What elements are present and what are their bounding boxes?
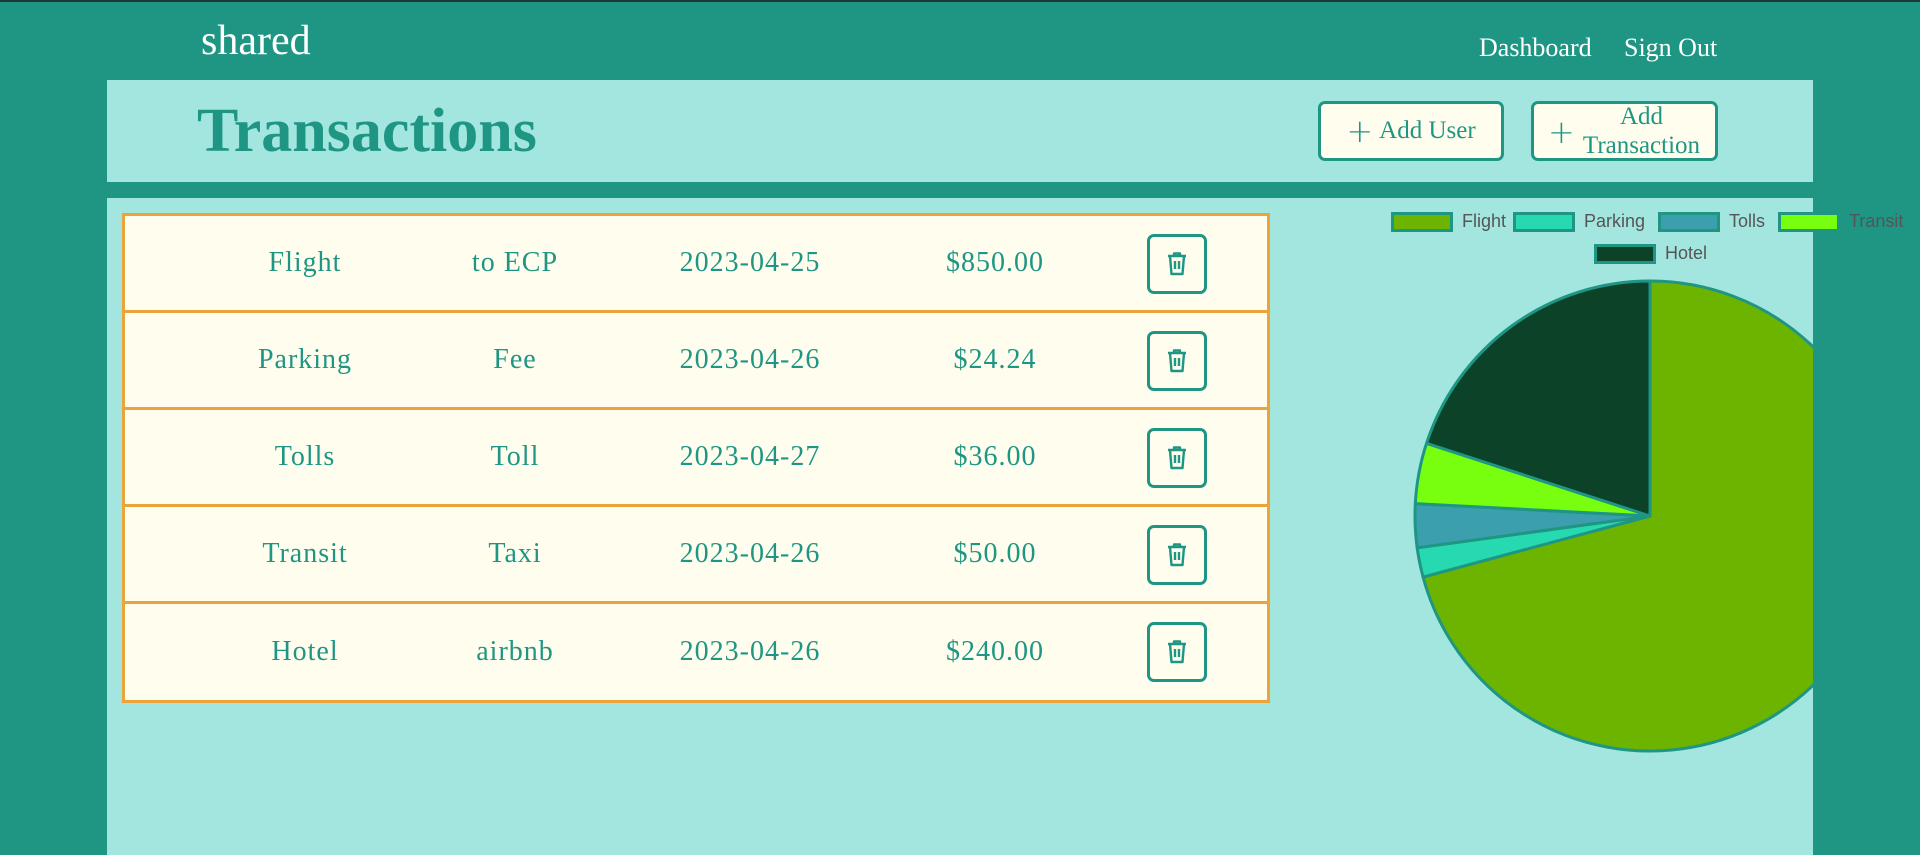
top-navbar: shared Dashboard Sign Out	[0, 2, 1920, 78]
delete-transaction-button[interactable]	[1147, 428, 1207, 488]
transaction-category: Parking	[257, 344, 353, 375]
category-pie-chart: Flight Parking Tolls Transit Hotel	[1265, 198, 1903, 855]
transaction-date: 2023-04-26	[679, 344, 821, 375]
transaction-amount: $36.00	[953, 441, 1037, 472]
table-row: Parking Fee 2023-04-26 $24.24	[125, 313, 1267, 410]
trash-icon	[1168, 349, 1186, 373]
table-row: Hotel airbnb 2023-04-26 $240.00	[125, 604, 1267, 700]
transaction-category: Transit	[262, 538, 348, 569]
page-header: Transactions + Add User + Add Transactio…	[107, 80, 1813, 182]
add-transaction-button[interactable]: + Add Transaction	[1531, 101, 1718, 161]
trash-icon	[1168, 543, 1186, 567]
trash-icon	[1168, 252, 1186, 276]
transaction-description: to ECP	[471, 247, 559, 278]
legend-label: Transit	[1849, 211, 1904, 231]
transaction-description: Fee	[493, 344, 537, 375]
transaction-amount: $24.24	[953, 344, 1037, 375]
transaction-category: Hotel	[271, 636, 339, 667]
transaction-description: airbnb	[476, 636, 554, 667]
table-row: Transit Taxi 2023-04-26 $50.00	[125, 507, 1267, 604]
transaction-amount: $850.00	[946, 247, 1044, 278]
page-title: Transactions	[197, 97, 537, 165]
transaction-description: Taxi	[488, 538, 542, 569]
transaction-date: 2023-04-26	[679, 538, 821, 569]
nav-signout-link[interactable]: Sign Out	[1624, 32, 1717, 64]
add-user-button[interactable]: + Add User	[1318, 101, 1504, 161]
transaction-category: Tolls	[274, 441, 336, 472]
plus-icon: +	[1548, 113, 1575, 151]
nav-dashboard-link[interactable]: Dashboard	[1479, 32, 1592, 64]
delete-transaction-button[interactable]	[1147, 622, 1207, 682]
transaction-amount: $50.00	[953, 538, 1037, 569]
transaction-description: Toll	[490, 441, 540, 472]
pie-chart-svg	[1413, 279, 1813, 753]
transaction-amount: $240.00	[946, 636, 1044, 667]
table-row: Tolls Toll 2023-04-27 $36.00	[125, 410, 1267, 507]
delete-transaction-button[interactable]	[1147, 331, 1207, 391]
trash-icon	[1168, 446, 1186, 470]
plus-icon: +	[1346, 112, 1374, 150]
delete-transaction-button[interactable]	[1147, 234, 1207, 294]
delete-transaction-button[interactable]	[1147, 525, 1207, 585]
transaction-date: 2023-04-27	[679, 441, 821, 472]
content-panel: Flight to ECP 2023-04-25 $850.00 Parking…	[107, 198, 1903, 855]
table-row: Flight to ECP 2023-04-25 $850.00	[125, 216, 1267, 313]
add-user-label: Add User	[1379, 117, 1476, 144]
add-transaction-label: Add Transaction	[1582, 103, 1701, 159]
brand-logo-text[interactable]: shared	[201, 16, 311, 66]
transaction-category: Flight	[268, 247, 342, 278]
transactions-table: Flight to ECP 2023-04-25 $850.00 Parking…	[122, 213, 1270, 703]
transaction-date: 2023-04-25	[679, 247, 821, 278]
transaction-date: 2023-04-26	[679, 636, 821, 667]
trash-icon	[1168, 640, 1186, 664]
